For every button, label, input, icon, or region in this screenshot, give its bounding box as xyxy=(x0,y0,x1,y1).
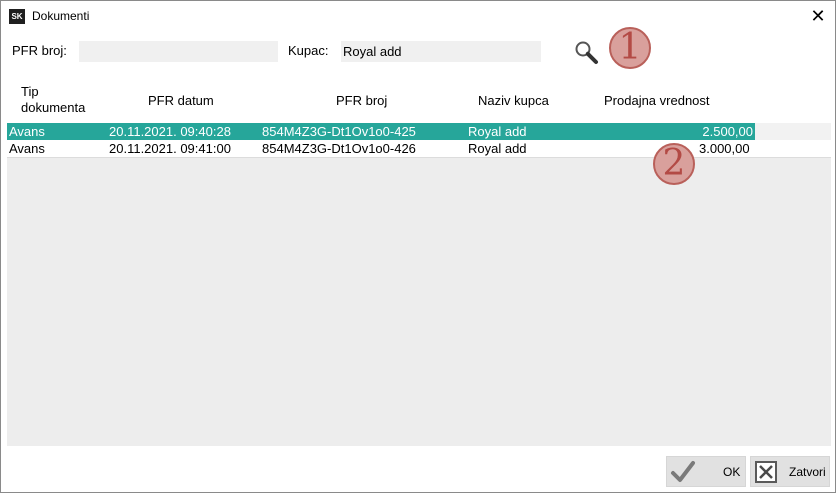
column-header-prodajna-vrednost[interactable]: Prodajna vrednost xyxy=(604,93,710,109)
column-header-tip-line1[interactable]: Tip xyxy=(21,84,39,100)
cell-kupac: Royal add xyxy=(468,124,527,139)
pfr-broj-input[interactable] xyxy=(79,41,278,62)
column-header-pfr-broj[interactable]: PFR broj xyxy=(336,93,387,109)
cell-vrednost: 2.500,00 xyxy=(702,124,753,139)
cell-datum: 20.11.2021. 09:40:28 xyxy=(109,124,231,139)
cell-vrednost: 3.000,00 xyxy=(699,141,750,156)
annotation-badge-2: 2 xyxy=(653,143,695,185)
column-header-tip-line2[interactable]: dokumenta xyxy=(21,100,85,116)
column-header-naziv-kupca[interactable]: Naziv kupca xyxy=(478,93,549,109)
close-box-icon xyxy=(755,461,777,483)
search-icon xyxy=(575,41,598,64)
window-title: Dokumenti xyxy=(32,9,90,23)
kupac-label: Kupac: xyxy=(288,43,329,58)
table-row[interactable]: Avans 20.11.2021. 09:41:00 854M4Z3G-Dt1O… xyxy=(7,140,831,158)
zatvori-button-label: Zatvori xyxy=(789,465,826,479)
ok-button-label: OK xyxy=(723,465,741,479)
kupac-input[interactable] xyxy=(341,41,541,62)
close-window-icon[interactable]: ✕ xyxy=(805,3,831,29)
cell-broj: 854M4Z3G-Dt1Ov1o0-426 xyxy=(262,141,416,156)
column-header-pfr-datum[interactable]: PFR datum xyxy=(148,93,214,109)
cell-tip: Avans xyxy=(9,141,45,156)
zatvori-button[interactable]: Zatvori xyxy=(750,456,830,487)
row-filler xyxy=(755,123,831,140)
documents-table: Avans 20.11.2021. 09:40:28 854M4Z3G-Dt1O… xyxy=(7,123,831,446)
title-bar: SK Dokumenti ✕ xyxy=(1,1,835,31)
cell-datum: 20.11.2021. 09:41:00 xyxy=(109,141,231,156)
table-row-selected[interactable]: Avans 20.11.2021. 09:40:28 854M4Z3G-Dt1O… xyxy=(7,123,755,140)
annotation-badge-1: 1 xyxy=(609,27,651,69)
dokumenti-window: SK Dokumenti ✕ PFR broj: Kupac: 1 Tip do… xyxy=(0,0,836,493)
cell-kupac: Royal add xyxy=(468,141,527,156)
cell-tip: Avans xyxy=(9,124,45,139)
ok-button[interactable]: OK xyxy=(666,456,746,487)
pfr-broj-label: PFR broj: xyxy=(12,43,67,58)
checkmark-icon xyxy=(671,461,695,482)
app-logo-icon: SK xyxy=(9,9,25,24)
search-button[interactable] xyxy=(573,39,599,65)
cell-broj: 854M4Z3G-Dt1Ov1o0-425 xyxy=(262,124,416,139)
